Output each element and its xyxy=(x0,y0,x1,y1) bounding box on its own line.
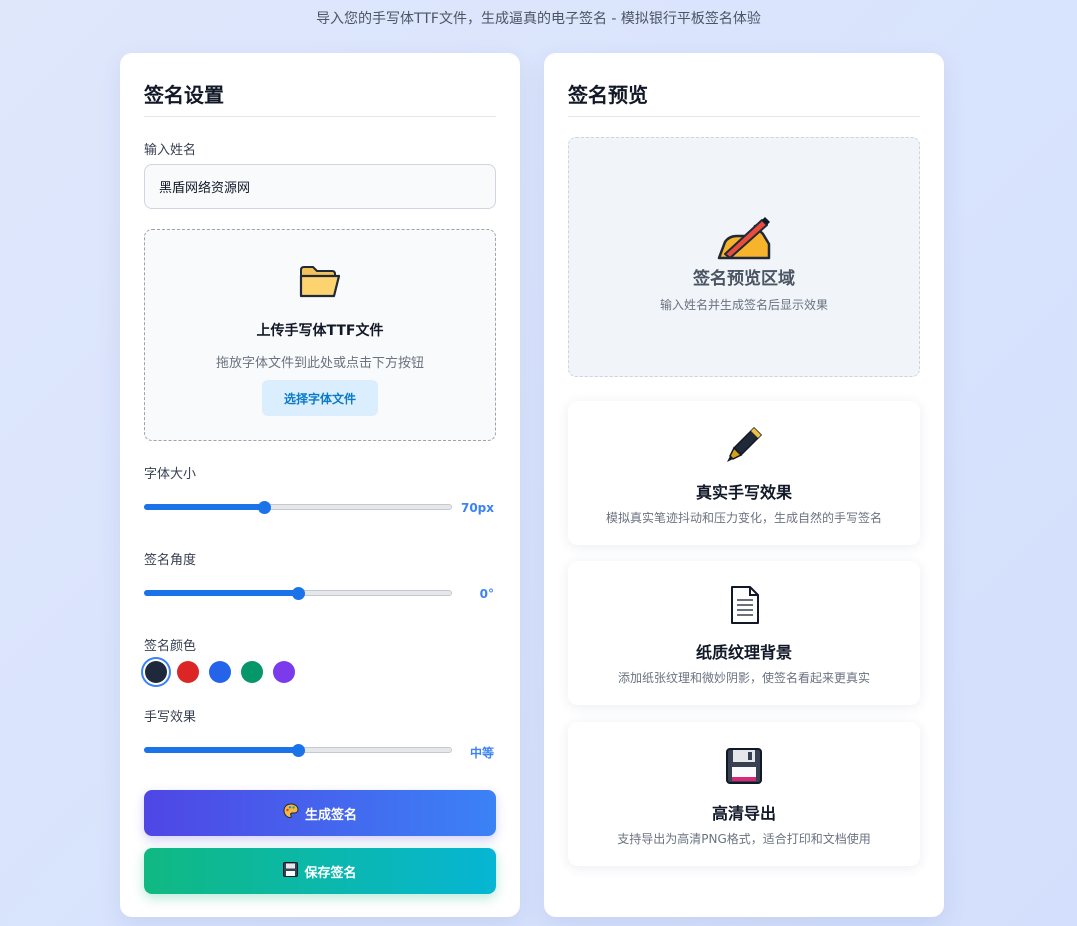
settings-divider xyxy=(144,116,496,117)
feature-title: 纸质纹理背景 xyxy=(695,643,792,662)
choose-font-button[interactable]: 选择字体文件 xyxy=(262,380,378,416)
color-label: 签名颜色 xyxy=(144,639,197,654)
angle-value: 0° xyxy=(479,587,494,601)
slider-thumb[interactable] xyxy=(292,744,305,757)
palette-icon xyxy=(283,803,299,823)
slider-fill xyxy=(144,504,265,510)
slider-fill xyxy=(144,747,298,753)
color-swatch-dark[interactable] xyxy=(145,661,167,683)
save-label: 保存签名 xyxy=(304,865,357,881)
folder-icon xyxy=(298,264,342,304)
font-upload-dropzone[interactable]: 上传手写体TTF文件 拖放字体文件到此处或点击下方按钮 选择字体文件 xyxy=(144,229,496,441)
generate-label: 生成签名 xyxy=(304,807,357,823)
angle-label: 签名角度 xyxy=(144,553,197,568)
save-signature-button[interactable]: 保存签名 xyxy=(144,848,496,894)
upload-hint: 拖放字体文件到此处或点击下方按钮 xyxy=(215,356,424,371)
writing-hand-icon xyxy=(715,214,773,266)
feature-desc: 添加纸张纹理和微妙阴影，使签名看起来更真实 xyxy=(617,671,870,685)
signature-preview-area: 签名预览区域 输入姓名并生成签名后显示效果 xyxy=(568,137,920,377)
feature-title: 真实手写效果 xyxy=(695,483,792,502)
page-subtitle: 导入您的手写体TTF文件，生成逼真的电子签名 - 模拟银行平板签名体验 xyxy=(316,11,761,27)
slider-thumb[interactable] xyxy=(258,501,272,514)
effect-value: 中等 xyxy=(469,746,494,760)
settings-title: 签名设置 xyxy=(144,83,224,107)
angle-slider[interactable] xyxy=(144,587,452,600)
font-size-label: 字体大小 xyxy=(144,467,197,482)
font-size-value: 70px xyxy=(460,501,494,515)
preview-divider xyxy=(568,116,920,117)
name-input[interactable] xyxy=(144,164,496,209)
effect-label: 手写效果 xyxy=(144,710,197,725)
feature-card-paper: 纸质纹理背景 添加纸张纹理和微妙阴影，使签名看起来更真实 xyxy=(568,561,920,705)
document-icon xyxy=(724,585,764,629)
name-label: 输入姓名 xyxy=(144,143,197,158)
generate-signature-button[interactable]: 生成签名 xyxy=(144,790,496,836)
preview-panel: 签名预览 签名预览区域 输入姓名并生成签名后显示效果 真实手写效果 模拟真实笔迹… xyxy=(544,53,944,917)
floppy-disk-icon xyxy=(283,861,299,881)
feature-desc: 支持导出为高清PNG格式，适合打印和文档使用 xyxy=(617,832,871,846)
slider-thumb[interactable] xyxy=(292,587,305,600)
floppy-disk-icon xyxy=(724,746,764,790)
preview-area-title: 签名预览区域 xyxy=(693,269,795,289)
feature-title: 高清导出 xyxy=(711,804,776,823)
upload-title: 上传手写体TTF文件 xyxy=(256,323,384,339)
preview-title: 签名预览 xyxy=(568,83,648,107)
color-swatch-purple[interactable] xyxy=(273,661,295,683)
feature-card-realistic: 真实手写效果 模拟真实笔迹抖动和压力变化，生成自然的手写签名 xyxy=(568,401,920,545)
settings-panel: 签名设置 输入姓名 上传手写体TTF文件 拖放字体文件到此处或点击下方按钮 选择… xyxy=(120,53,520,917)
slider-fill xyxy=(144,590,298,596)
feature-card-export: 高清导出 支持导出为高清PNG格式，适合打印和文档使用 xyxy=(568,722,920,866)
color-swatch-blue[interactable] xyxy=(209,661,231,683)
color-swatch-red[interactable] xyxy=(177,661,199,683)
color-swatch-green[interactable] xyxy=(241,661,263,683)
effect-slider[interactable] xyxy=(144,744,452,757)
feature-desc: 模拟真实笔迹抖动和压力变化，生成自然的手写签名 xyxy=(605,511,882,525)
font-size-slider[interactable] xyxy=(144,501,452,514)
preview-area-hint: 输入姓名并生成签名后显示效果 xyxy=(659,298,828,312)
fountain-pen-icon xyxy=(724,425,764,469)
